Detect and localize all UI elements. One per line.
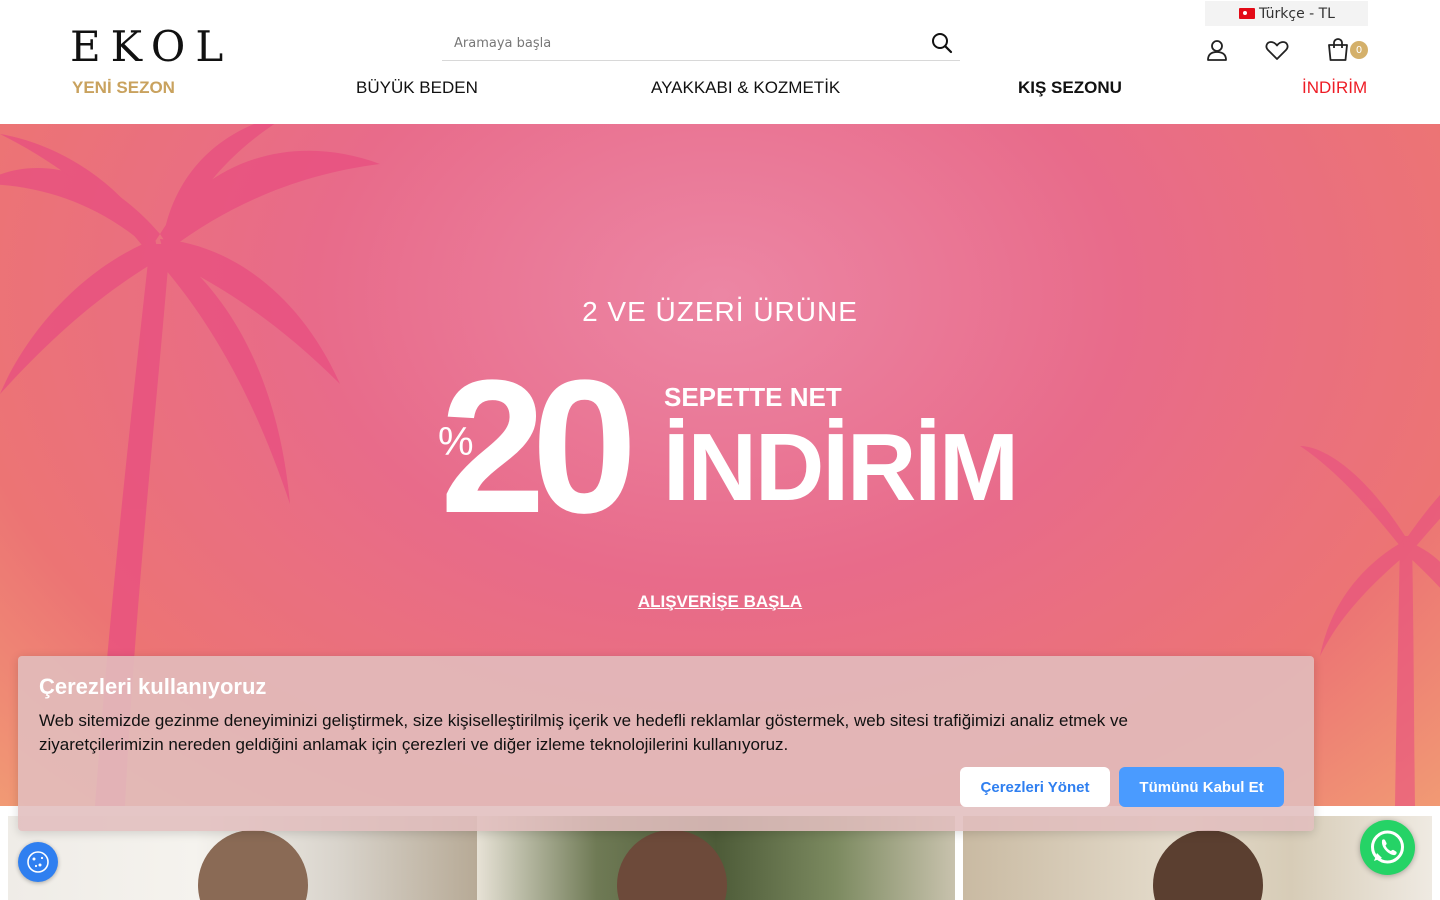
cookie-settings-button[interactable] [18, 842, 58, 882]
nav-sale[interactable]: İNDİRİM [1302, 78, 1367, 102]
heart-icon [1265, 41, 1289, 60]
hero-subtitle: 2 VE ÜZERİ ÜRÜNE [582, 296, 858, 327]
nav-plus-size[interactable]: BÜYÜK BEDEN [356, 78, 478, 102]
nav-new-season[interactable]: YENİ SEZON [72, 78, 175, 102]
favorites-button[interactable] [1264, 37, 1290, 63]
hero-discount-number: 20 [440, 341, 637, 553]
cart-button[interactable] [1325, 37, 1351, 63]
manage-cookies-button[interactable]: Çerezleri Yönet [960, 767, 1110, 807]
whatsapp-icon [1371, 830, 1404, 864]
search-bar [442, 26, 960, 61]
language-selector[interactable]: Türkçe - TL [1205, 1, 1368, 26]
cookie-icon [27, 851, 49, 873]
hero-net-text: SEPETTE NET [664, 382, 842, 412]
search-icon [932, 33, 953, 54]
logo[interactable]: EKOL [70, 22, 233, 71]
product-image [1153, 830, 1263, 900]
search-input[interactable] [442, 26, 912, 60]
nav-winter-season[interactable]: KIŞ SEZONU [1018, 78, 1122, 102]
search-button[interactable] [930, 31, 954, 55]
hero-headline: İNDİRİM [663, 414, 1019, 521]
site-header: EKOL Türkçe - TL 0 YENİ SEZON BÜYÜK B [0, 0, 1440, 124]
user-icon [1207, 40, 1227, 61]
cookie-consent-banner: Çerezleri kullanıyoruz Web sitemizde gez… [18, 656, 1314, 831]
turkey-flag-icon [1239, 8, 1255, 19]
nav-shoes-cosmetics[interactable]: AYAKKABI & KOZMETİK [651, 78, 840, 102]
accept-all-cookies-button[interactable]: Tümünü Kabul Et [1119, 767, 1284, 807]
cookie-title: Çerezleri kullanıyoruz [39, 674, 267, 699]
product-image [198, 830, 308, 900]
cookie-description: Web sitemizde gezinme deneyiminizi geliş… [39, 711, 1128, 754]
whatsapp-chat-button[interactable] [1360, 820, 1415, 875]
cart-count-badge: 0 [1350, 41, 1368, 59]
shopping-bag-icon [1328, 38, 1348, 61]
account-button[interactable] [1204, 37, 1230, 63]
language-label: Türkçe - TL [1259, 5, 1335, 22]
hero-shop-link[interactable]: ALIŞVERİŞE BAŞLA [0, 592, 1440, 612]
product-image [617, 830, 727, 900]
